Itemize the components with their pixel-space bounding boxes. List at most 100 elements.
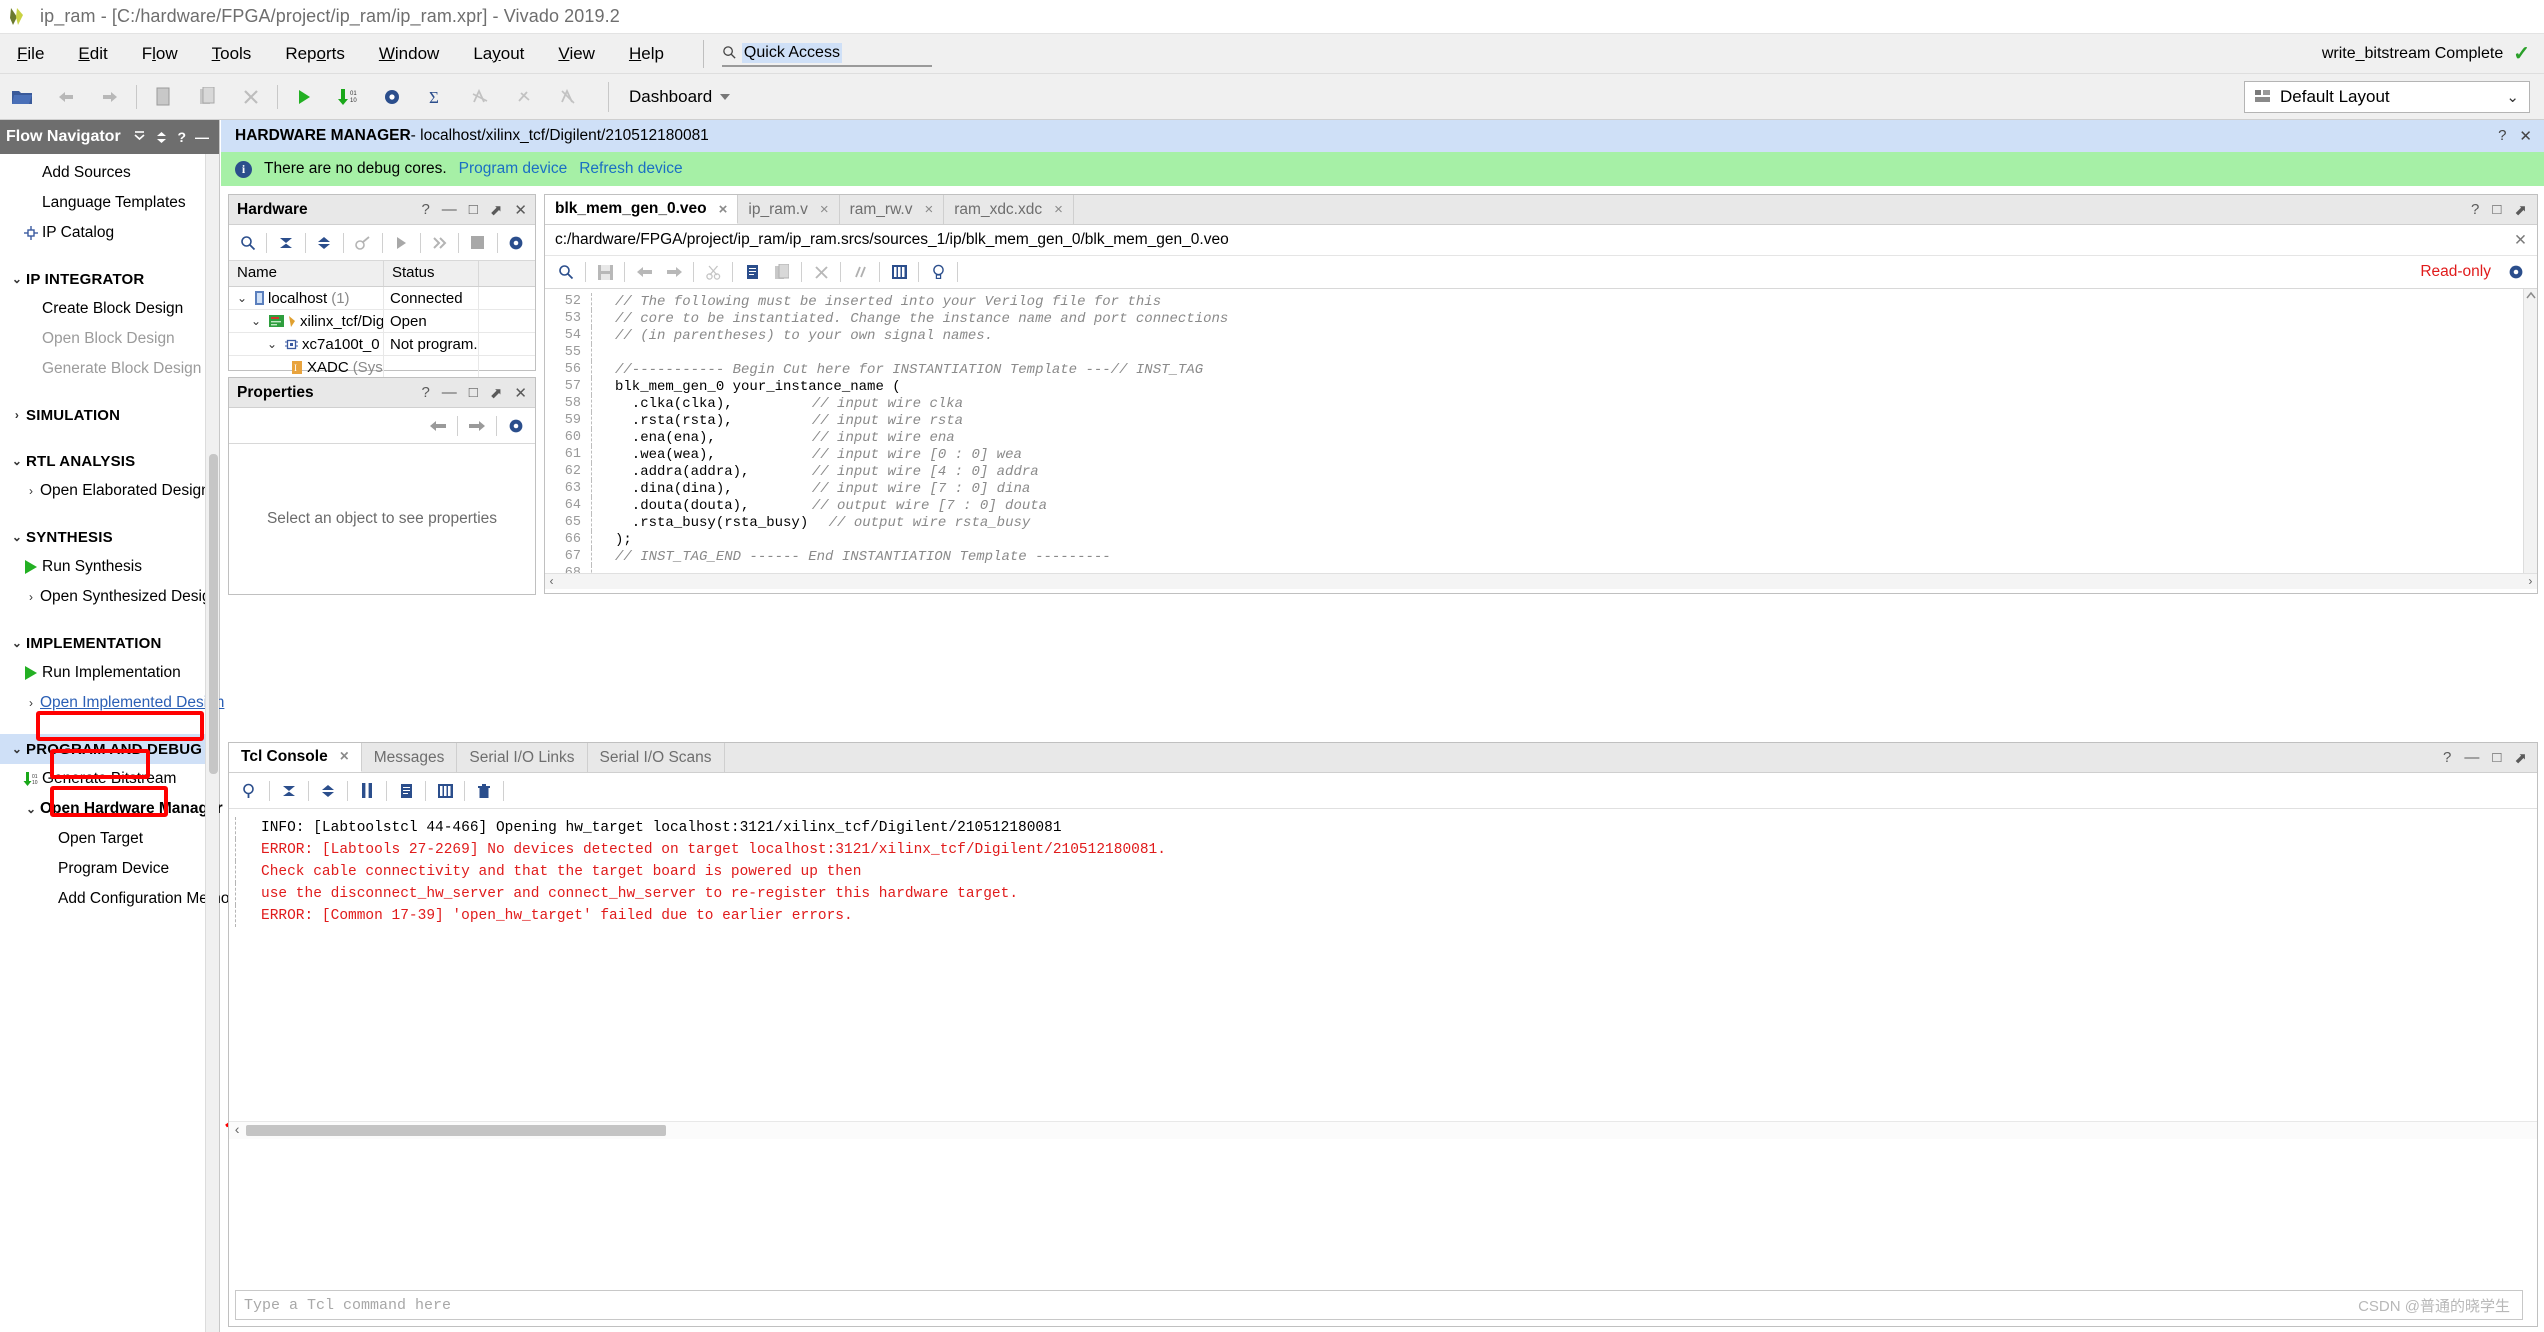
expand-all-icon[interactable] (313, 777, 343, 805)
sidebar-section-implementation[interactable]: ⌄ IMPLEMENTATION (0, 628, 219, 658)
tab-messages[interactable]: Messages (362, 743, 458, 772)
close-icon[interactable]: × (1054, 201, 1063, 218)
tcl-horizontal-scrollbar[interactable]: ‹ (229, 1121, 2537, 1139)
collapse-all-icon[interactable] (271, 229, 300, 257)
sidebar-section-synthesis[interactable]: ⌄ SYNTHESIS (0, 522, 219, 552)
minimize-icon[interactable]: — (442, 384, 457, 401)
tab-ram-rw-v[interactable]: ram_rw.v × (840, 195, 945, 224)
copy-icon[interactable] (391, 777, 421, 805)
table-row[interactable]: ⌄ localhost (1) Connected (229, 287, 535, 310)
tcl-command-input[interactable]: Type a Tcl command here CSDN @普通的晓学生 (235, 1290, 2523, 1320)
sidebar-item-add-configuration-memory-device[interactable]: Add Configuration Memory Device (0, 884, 294, 914)
maximize-icon[interactable]: □ (2492, 749, 2501, 766)
expand-all-icon[interactable] (155, 131, 168, 144)
menu-file[interactable]: File (0, 40, 61, 68)
collapse-all-icon[interactable] (274, 777, 304, 805)
tab-serial-io-links[interactable]: Serial I/O Links (457, 743, 588, 772)
tab-serial-io-scans[interactable]: Serial I/O Scans (588, 743, 725, 772)
sidebar-item-open-target[interactable]: Open Target (0, 824, 219, 854)
sidebar-section-simulation[interactable]: › SIMULATION (0, 400, 219, 430)
sidebar-item-open-implemented-design[interactable]: › Open Implemented Design (0, 688, 224, 718)
settings-icon[interactable] (2501, 258, 2531, 286)
sidebar-section-rtl-analysis[interactable]: ⌄ RTL ANALYSIS (0, 446, 219, 476)
menu-help[interactable]: Help (612, 40, 681, 68)
float-icon[interactable]: ⬈ (490, 384, 503, 402)
float-icon[interactable]: ⬈ (2514, 749, 2527, 767)
help-icon[interactable]: ? (2471, 201, 2479, 218)
table-row[interactable]: I XADC (System (229, 356, 535, 379)
sidebar-section-program-and-debug[interactable]: ⌄ PROGRAM AND DEBUG (0, 734, 219, 764)
sidebar-item-open-synthesized-design[interactable]: › Open Synthesized Design (0, 582, 219, 612)
sidebar-item-create-block-design[interactable]: Create Block Design (0, 294, 219, 324)
quick-access-container[interactable]: Quick Access (702, 39, 932, 68)
refresh-device-link[interactable]: Refresh device (579, 160, 682, 178)
minimize-icon[interactable]: — (2464, 749, 2479, 766)
code-content-area[interactable]: 52 // The following must be inserted into… (545, 289, 2537, 589)
open-project-icon[interactable] (6, 81, 38, 113)
sidebar-item-program-device[interactable]: Program Device (0, 854, 219, 884)
search-icon[interactable] (551, 258, 581, 286)
columns-icon[interactable] (430, 777, 460, 805)
settings-icon[interactable] (502, 229, 531, 257)
chevron-down-icon[interactable]: ⌄ (247, 314, 265, 328)
tab-blk-mem-gen-0-veo[interactable]: blk_mem_gen_0.veo × (545, 195, 739, 224)
help-icon[interactable]: ? (421, 384, 429, 401)
close-icon[interactable]: × (719, 201, 728, 218)
close-icon[interactable]: × (340, 748, 349, 766)
search-icon[interactable] (235, 777, 265, 805)
scroll-right-icon[interactable]: › (2527, 575, 2534, 589)
chevron-down-icon[interactable]: ⌄ (233, 291, 251, 305)
sidebar-item-open-hardware-manager[interactable]: ⌄ Open Hardware Manager (0, 794, 223, 824)
clear-icon[interactable] (469, 777, 499, 805)
close-icon[interactable]: ✕ (2514, 231, 2527, 250)
sidebar-scrollbar[interactable] (205, 154, 219, 1332)
help-icon[interactable]: ? (2443, 749, 2451, 766)
minimize-icon[interactable]: — (442, 201, 457, 218)
columns-icon[interactable] (884, 258, 914, 286)
tab-ram-xdc-xdc[interactable]: ram_xdc.xdc × (944, 195, 1074, 224)
program-device-link[interactable]: Program device (459, 160, 568, 178)
sidebar-item-ip-catalog[interactable]: IP Catalog (0, 218, 219, 248)
maximize-icon[interactable]: □ (2492, 201, 2501, 218)
sidebar-item-generate-bitstream[interactable]: 01 10 Generate Bitstream (0, 764, 219, 794)
dashboard-button[interactable]: Dashboard (608, 81, 731, 112)
code-horizontal-scrollbar[interactable]: ‹ › (545, 573, 2537, 589)
close-icon[interactable]: × (820, 201, 829, 218)
close-icon[interactable]: ✕ (2519, 127, 2532, 145)
menu-view[interactable]: View (541, 40, 612, 68)
menu-window[interactable]: Window (362, 40, 456, 68)
menu-tools[interactable]: Tools (195, 40, 269, 68)
tcl-console-output[interactable]: INFO: [Labtoolstcl 44-466] Opening hw_ta… (229, 809, 2537, 1139)
copy-icon[interactable] (737, 258, 767, 286)
help-icon[interactable]: ? (421, 201, 429, 218)
minimize-icon[interactable]: — (195, 129, 209, 145)
close-icon[interactable]: × (924, 201, 933, 218)
float-icon[interactable]: ⬈ (490, 201, 503, 219)
maximize-icon[interactable]: □ (469, 201, 478, 218)
back-arrow-icon[interactable] (423, 412, 453, 440)
sum-icon[interactable]: Σ (420, 81, 452, 113)
tab-ip-ram-v[interactable]: ip_ram.v × (738, 195, 840, 224)
hint-icon[interactable] (923, 258, 953, 286)
pause-icon[interactable] (352, 777, 382, 805)
menu-flow[interactable]: Flow (125, 40, 195, 68)
sidebar-item-generate-block-design[interactable]: Generate Block Design (0, 354, 219, 384)
chevron-down-icon[interactable]: ⌄ (263, 337, 281, 351)
forward-arrow-icon[interactable] (462, 412, 492, 440)
sidebar-item-language-templates[interactable]: Language Templates (0, 188, 219, 218)
collapse-all-icon[interactable] (133, 130, 146, 144)
quick-access-input[interactable]: Quick Access (721, 41, 932, 67)
help-icon[interactable]: ? (2498, 127, 2506, 145)
scroll-thumb[interactable] (246, 1125, 667, 1136)
sidebar-item-open-elaborated-design[interactable]: › Open Elaborated Design (0, 476, 219, 506)
help-icon[interactable]: ? (177, 129, 186, 145)
search-icon[interactable] (233, 229, 262, 257)
tab-tcl-console[interactable]: Tcl Console × (229, 743, 362, 772)
table-row[interactable]: ⌄ xilinx_tcf/Digilent/2 Open (229, 310, 535, 333)
menu-reports[interactable]: Reports (268, 40, 362, 68)
close-icon[interactable]: ✕ (514, 384, 527, 402)
scroll-left-icon[interactable]: ‹ (233, 1123, 241, 1139)
expand-all-icon[interactable] (310, 229, 339, 257)
generate-bitstream-icon[interactable]: 01 10 (332, 81, 364, 113)
code-vertical-scrollbar[interactable] (2523, 289, 2537, 589)
